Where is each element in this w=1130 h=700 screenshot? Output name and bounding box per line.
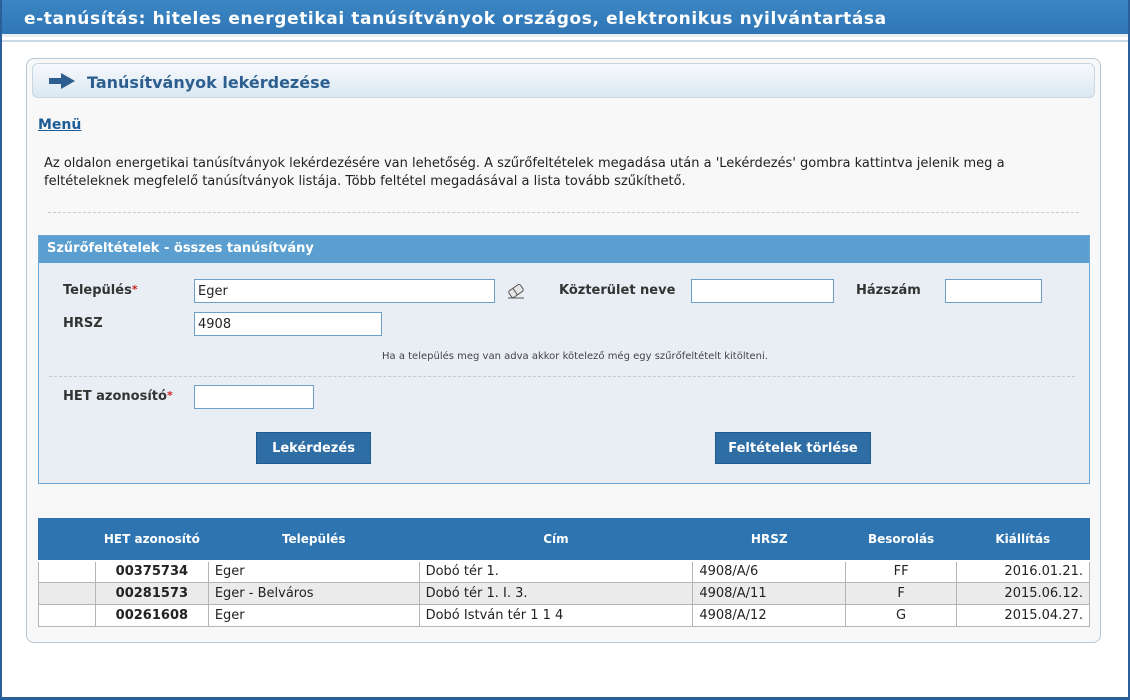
besorolas-cell: G — [845, 604, 958, 627]
hazszam-label: Házszám — [856, 283, 921, 298]
filter-panel-title: Szűrőfeltételek - összes tanúsítvány — [39, 236, 1089, 263]
eraser-icon[interactable] — [506, 283, 526, 303]
intro-text: Az oldalon energetikai tanúsítványok lek… — [44, 156, 1005, 189]
content-frame: Tanúsítványok lekérdezése Menü Az oldalo… — [26, 58, 1101, 643]
col-header-cim[interactable]: Cím — [419, 518, 693, 561]
besorolas-cell: FF — [845, 559, 958, 583]
row-cell — [38, 582, 96, 605]
telepules-input[interactable] — [194, 279, 495, 303]
col-header — [38, 518, 96, 561]
app-header: e-tanúsítás: hiteles energetikai tanúsít… — [2, 0, 1128, 37]
app-title: e-tanúsítás: hiteles energetikai tanúsít… — [24, 9, 887, 29]
col-header-telepules[interactable]: Település — [208, 518, 420, 561]
required-marker: * — [131, 283, 138, 296]
col-header-hrsz[interactable]: HRSZ — [692, 518, 846, 561]
hrsz-label: HRSZ — [63, 316, 103, 331]
divider — [48, 212, 1079, 213]
results-table: HET azonosító Település Cím HRSZ Besorol… — [38, 518, 1090, 627]
col-header-kiallitas[interactable]: Kiállítás — [956, 518, 1090, 561]
filter-hint: Ha a település meg van adva akkor kötele… — [382, 351, 768, 362]
table-row[interactable]: 00375734 Eger Dobó tér 1. 4908/A/6 FF 20… — [38, 559, 1090, 583]
table-row[interactable]: 00261608 Eger Dobó István tér 1 1 4 4908… — [38, 604, 1090, 627]
het-label: HET azonosító* — [63, 389, 173, 404]
cim-cell: Dobó tér 1. I. 3. — [418, 582, 694, 605]
telepules-label-text: Település — [63, 283, 132, 298]
kiallitas-cell: 2016.01.21. — [956, 559, 1090, 583]
besorolas-cell: F — [845, 582, 958, 605]
telepules-cell: Eger — [207, 559, 420, 583]
menu-link[interactable]: Menü — [38, 117, 81, 133]
table-row[interactable]: 00281573 Eger - Belváros Dobó tér 1. I. … — [38, 582, 1090, 605]
page-header: Tanúsítványok lekérdezése — [32, 63, 1095, 98]
het-cell[interactable]: 00281573 — [94, 582, 209, 605]
arrow-right-icon — [47, 72, 77, 94]
col-header-besorolas[interactable]: Besorolás — [845, 518, 957, 561]
header-divider — [2, 40, 1128, 42]
page-title: Tanúsítványok lekérdezése — [87, 73, 331, 92]
hrsz-cell: 4908/A/12 — [692, 604, 847, 627]
required-marker: * — [166, 389, 173, 402]
kozterulet-input[interactable] — [691, 279, 834, 303]
kozterulet-label: Közterület neve — [559, 283, 676, 298]
telepules-cell: Eger - Belváros — [207, 582, 420, 605]
kiallitas-cell: 2015.04.27. — [956, 604, 1090, 627]
query-button[interactable]: Lekérdezés — [256, 432, 371, 464]
telepules-label: Település* — [63, 283, 138, 298]
hrsz-cell: 4908/A/6 — [692, 559, 847, 583]
het-cell[interactable]: 00261608 — [94, 604, 209, 627]
hrsz-cell: 4908/A/11 — [692, 582, 847, 605]
cim-cell: Dobó István tér 1 1 4 — [418, 604, 694, 627]
table-header-row: HET azonosító Település Cím HRSZ Besorol… — [38, 518, 1090, 561]
het-cell[interactable]: 00375734 — [94, 559, 209, 583]
cim-cell: Dobó tér 1. — [418, 559, 694, 583]
het-label-text: HET azonosító — [63, 389, 167, 404]
telepules-cell: Eger — [207, 604, 420, 627]
row-cell — [38, 559, 96, 583]
kiallitas-cell: 2015.06.12. — [956, 582, 1090, 605]
het-input[interactable] — [194, 385, 314, 409]
filter-divider — [49, 376, 1075, 377]
row-cell — [38, 604, 96, 627]
col-header-het[interactable]: HET azonosító — [95, 518, 209, 561]
filter-panel: Szűrőfeltételek - összes tanúsítvány Tel… — [38, 235, 1090, 484]
hazszam-input[interactable] — [945, 279, 1042, 303]
clear-filters-button[interactable]: Feltételek törlése — [715, 432, 871, 464]
hrsz-input[interactable] — [194, 312, 382, 336]
